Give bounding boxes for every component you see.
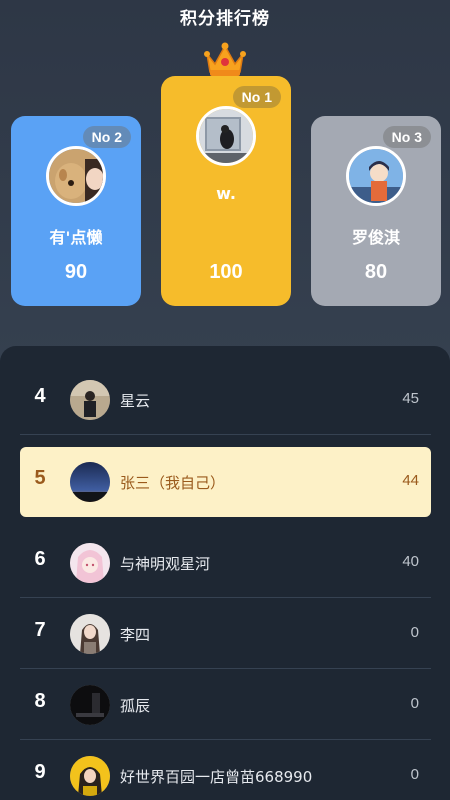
divider <box>20 668 431 669</box>
ranking-list: 4 星云 45 5 张三（我自己） 44 6 与神明观星河 40 7 李四 0 … <box>0 346 450 800</box>
row-score: 44 <box>402 472 419 489</box>
row-score: 0 <box>410 695 419 712</box>
rank-badge: No 2 <box>82 126 131 148</box>
podium-card-2[interactable]: No 2 有'点懒 90 <box>11 116 141 306</box>
row-name: 孤辰 <box>120 697 151 715</box>
row-name: 与神明观星河 <box>120 555 211 573</box>
crown-icon <box>204 42 246 76</box>
podium-score: 100 <box>209 261 243 283</box>
divider <box>20 434 431 435</box>
podium-name: 罗俊淇 <box>351 228 400 247</box>
list-item[interactable]: 4 星云 45 <box>20 365 431 435</box>
dog-photo-avatar <box>46 146 106 206</box>
window-photo-avatar <box>196 106 256 166</box>
row-rank: 9 <box>34 761 46 783</box>
podium-score: 80 <box>364 261 388 283</box>
row-name: 李四 <box>120 626 151 644</box>
podium-score: 90 <box>64 261 88 283</box>
row-name: 好世界百园一店曾苗668990 <box>120 768 313 786</box>
podium-card-1[interactable]: No 1 w. 100 <box>161 76 291 306</box>
row-rank: 4 <box>34 385 46 407</box>
anime-girl-avatar <box>70 543 110 583</box>
list-item[interactable]: 6 与神明观星河 40 <box>20 528 431 598</box>
page-title: 积分排行榜 <box>180 9 270 29</box>
row-score: 0 <box>410 624 419 641</box>
list-item-me[interactable]: 5 张三（我自己） 44 <box>20 447 431 517</box>
rank-badge: No 3 <box>382 126 431 148</box>
divider <box>20 739 431 740</box>
list-item[interactable]: 9 好世界百园一店曾苗668990 0 <box>20 741 431 800</box>
night-sky-avatar <box>70 462 110 502</box>
row-score: 0 <box>410 766 419 783</box>
row-rank: 6 <box>34 548 46 570</box>
list-item[interactable]: 7 李四 0 <box>20 599 431 669</box>
podium-card-3[interactable]: No 3 罗俊淇 80 <box>311 116 441 306</box>
row-score: 40 <box>402 553 419 570</box>
person-photo-avatar <box>70 380 110 420</box>
podium-name: w. <box>216 184 236 203</box>
rank-badge: No 1 <box>232 86 281 108</box>
yellow-photo-avatar <box>70 756 110 796</box>
list-item[interactable]: 8 孤辰 0 <box>20 670 431 740</box>
row-score: 45 <box>402 390 419 407</box>
row-rank: 7 <box>34 619 46 641</box>
dark-photo-avatar <box>70 685 110 725</box>
row-name: 张三（我自己） <box>120 474 226 492</box>
row-rank: 8 <box>34 690 46 712</box>
row-rank: 5 <box>34 467 46 489</box>
girl-photo-avatar <box>70 614 110 654</box>
divider <box>20 597 431 598</box>
row-name: 星云 <box>120 392 151 410</box>
anime-boy-avatar <box>346 146 406 206</box>
podium-name: 有'点懒 <box>49 228 103 247</box>
